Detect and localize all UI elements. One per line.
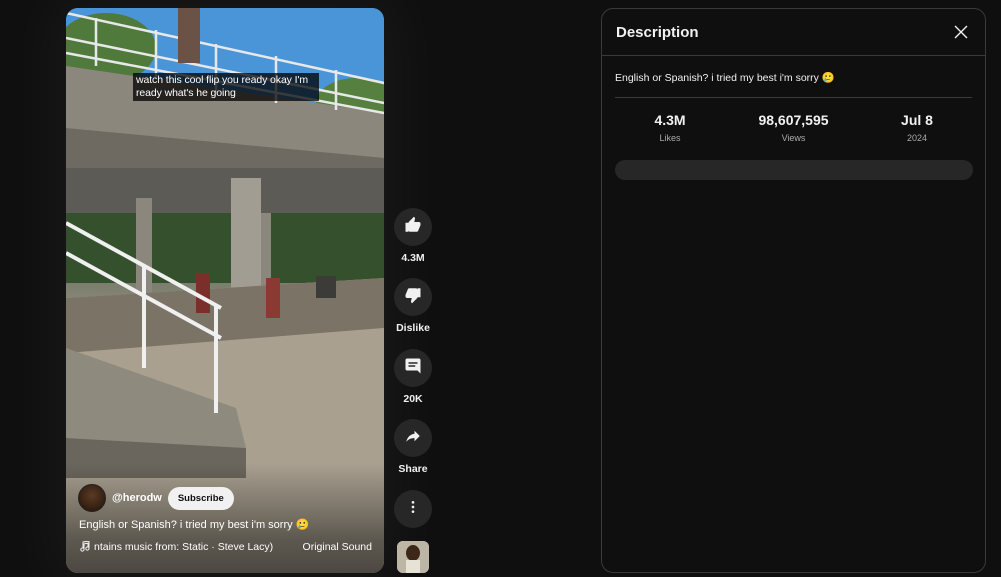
dislike-action: Dislike <box>393 278 433 334</box>
comment-icon <box>404 357 422 380</box>
thumbs-down-icon <box>404 286 422 309</box>
music-track: ntains music from: Static · Steve Lacy) <box>94 541 274 553</box>
date-value: Jul 8 <box>901 112 933 128</box>
music-note-icon <box>80 540 94 555</box>
like-button[interactable] <box>394 208 432 246</box>
more-options-button[interactable] <box>394 490 432 528</box>
music-row[interactable]: ntains music from: Static · Steve Lacy) … <box>80 540 372 555</box>
video-title[interactable]: English or Spanish? i tried my best i'm … <box>79 518 309 531</box>
subscribe-button[interactable]: Subscribe <box>167 486 234 510</box>
channel-avatar[interactable] <box>78 484 106 512</box>
likes-label: Likes <box>659 133 681 143</box>
channel-handle[interactable]: @herodw <box>112 492 162 504</box>
year-label: 2024 <box>906 133 928 143</box>
share-icon <box>404 427 422 450</box>
panel-header: Description <box>602 9 985 56</box>
divider <box>615 97 972 98</box>
sound-label: Original Sound <box>302 541 372 553</box>
close-icon <box>954 25 968 39</box>
close-button[interactable] <box>951 22 971 42</box>
like-action: 4.3M <box>393 208 433 264</box>
shorts-page: watch this cool flip you ready okay I'm … <box>0 0 1001 577</box>
likes-value: 4.3M <box>654 112 686 128</box>
comment-count: 20K <box>403 393 423 405</box>
description-text: English or Spanish? i tried my best i'm … <box>615 72 835 84</box>
dislike-label: Dislike <box>396 322 430 334</box>
closed-caption: watch this cool flip you ready okay I'm … <box>133 73 319 101</box>
stats-row: 4.3M Likes 98,607,595 Views Jul 8 2024 <box>615 112 972 143</box>
loading-placeholder <box>615 160 973 180</box>
like-count: 4.3M <box>401 252 425 264</box>
channel-row: @herodw Subscribe <box>78 484 234 512</box>
share-label: Share <box>398 463 428 475</box>
share-action: Share <box>393 419 433 475</box>
comment-button[interactable] <box>394 349 432 387</box>
video-player[interactable]: watch this cool flip you ready okay I'm … <box>66 8 384 573</box>
more-action <box>393 490 433 528</box>
description-panel: Description English or Spanish? i tried … <box>601 8 986 573</box>
share-button[interactable] <box>394 419 432 457</box>
date-stat: Jul 8 2024 <box>862 112 972 143</box>
panel-title: Description <box>616 23 699 41</box>
thumbs-up-icon <box>404 216 422 239</box>
likes-stat: 4.3M Likes <box>615 112 725 143</box>
sound-thumbnail[interactable] <box>397 541 429 573</box>
views-stat: 98,607,595 Views <box>739 112 849 143</box>
views-label: Views <box>781 133 806 143</box>
views-value: 98,607,595 <box>758 112 829 128</box>
comment-action: 20K <box>393 349 433 405</box>
sound-thumbnail-image <box>397 541 429 573</box>
dislike-button[interactable] <box>394 278 432 316</box>
more-vert-icon <box>405 499 421 520</box>
